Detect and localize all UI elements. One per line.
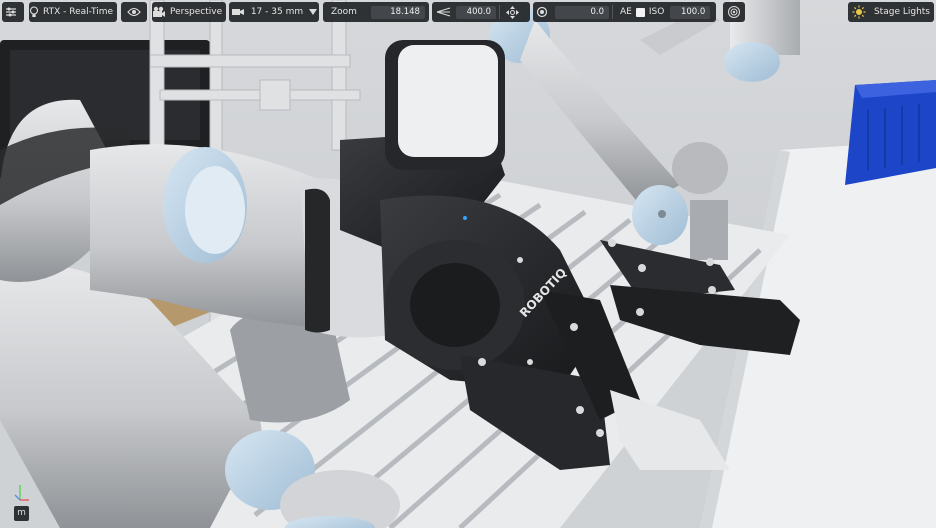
speed-group: 400.0 [432, 2, 530, 22]
visibility-button[interactable] [121, 2, 147, 22]
settings-sliders-icon [2, 2, 20, 22]
iso-field[interactable]: 100.0 [670, 5, 711, 19]
iso-label: ISO [648, 7, 665, 17]
settings-button[interactable] [2, 2, 24, 22]
viewport-3d[interactable]: ROBOTIQ RTX - Real-Time Perspective 17 -… [0, 0, 936, 528]
axis-icon [14, 485, 29, 501]
bulb-icon [29, 2, 39, 22]
stage-lights-menu[interactable]: Stage Lights [848, 2, 934, 22]
rotate-field[interactable]: 0.0 [555, 5, 609, 19]
camera-settings-group: 0.0 AE ISO 100.0 [533, 2, 716, 22]
renderer-label: RTX - Real-Time [43, 7, 114, 17]
stage-lights-label: Stage Lights [873, 7, 930, 17]
lens-menu[interactable]: 17 - 35 mm [229, 2, 319, 22]
lens-label: 17 - 35 mm [250, 7, 304, 17]
ae-label: AE [620, 7, 632, 17]
light-icon [848, 2, 870, 22]
camera-settings-icon[interactable] [533, 2, 551, 22]
speed-field[interactable]: 400.0 [456, 5, 496, 19]
record-button[interactable] [723, 2, 745, 22]
zoom-group: Zoom 18.148 [323, 2, 429, 22]
renderer-menu[interactable]: RTX - Real-Time [29, 2, 117, 22]
units-button[interactable]: m [14, 506, 29, 521]
speed-icon [432, 2, 454, 22]
scene-render: ROBOTIQ [0, 0, 936, 528]
eye-icon [125, 2, 143, 22]
camera-icon [152, 2, 166, 22]
camera-label: Perspective [170, 7, 223, 17]
record-icon [725, 2, 743, 22]
zoom-field[interactable]: 18.148 [370, 5, 425, 19]
ae-checkbox[interactable] [635, 7, 645, 17]
zoom-label: Zoom [331, 7, 357, 17]
move-icon[interactable] [503, 2, 521, 22]
blue-bin [845, 80, 936, 185]
film-camera-icon [229, 2, 247, 22]
chevron-down-icon [307, 2, 319, 22]
camera-menu[interactable]: Perspective [152, 2, 226, 22]
